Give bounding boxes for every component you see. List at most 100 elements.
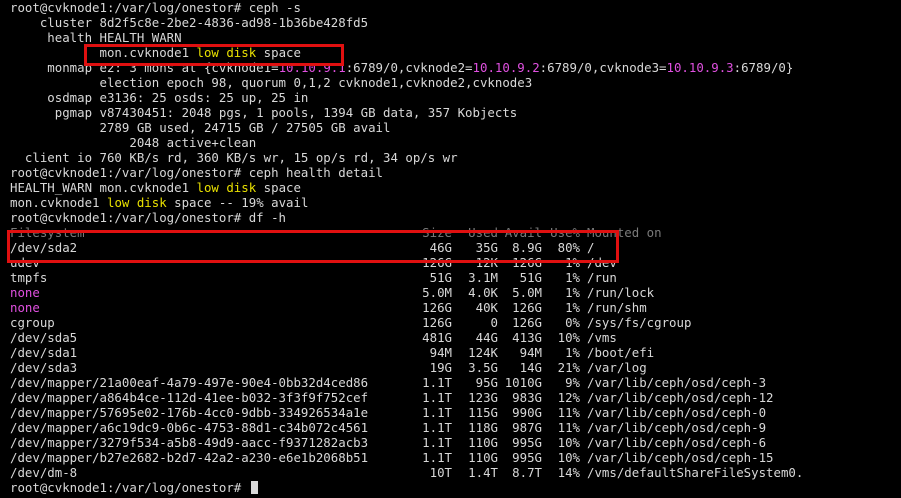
output-segment: mon.cvknode1: [10, 195, 107, 210]
df-size: 126G: [422, 255, 452, 270]
df-filesystem: /dev/mapper/57695e02-176b-4cc0-9dbb-3349…: [10, 405, 369, 420]
df-avail: 51G: [519, 270, 542, 285]
df-header-filesystem: Filesystem: [10, 225, 85, 240]
df-header-mounted-on: Mounted on: [587, 225, 662, 240]
df-avail: 94M: [519, 345, 542, 360]
df-row: tmpfs 51G 3.1M 51G 1% /run: [10, 270, 901, 285]
output-segment: mon.cvknode1: [10, 45, 197, 60]
terminal-window[interactable]: root@cvknode1:/var/log/onestor# ceph -s …: [0, 0, 901, 498]
df-row: /dev/sda1 94M 124K 94M 1% /boot/efi: [10, 345, 901, 360]
output-segment: root@cvknode1:/var/log/onestor# ceph -s: [10, 0, 301, 15]
output-segment: space -- 19% avail: [166, 195, 309, 210]
df-header-row: Filesystem Size Used Avail Use% Mounted on: [10, 225, 901, 240]
output-segment: :6789/0,cvknode3=: [539, 60, 667, 75]
df-mounted-on: /sys/fs/cgroup: [587, 315, 692, 330]
df-mounted-on: /var/lib/ceph/osd/ceph-0: [587, 405, 767, 420]
df-avail: 987G: [512, 420, 542, 435]
output-segment: 2789 GB used, 24715 GB / 27505 GB avail: [10, 120, 391, 135]
df-mounted-on: /boot/efi: [587, 345, 655, 360]
df-used: 44G: [475, 330, 498, 345]
output-segment: root@cvknode1:/var/log/onestor# ceph hea…: [10, 165, 383, 180]
df-filesystem: /dev/mapper/3279f534-a5b8-49d9-aacc-f937…: [10, 435, 369, 450]
df-use-percent: 1%: [565, 285, 580, 300]
df-header-size: Size: [422, 225, 452, 240]
output-segment: 10.10.9.2: [472, 60, 540, 75]
output-segment: health HEALTH_WARN: [10, 30, 182, 45]
df-used: 124K: [468, 345, 498, 360]
df-used: 115G: [468, 405, 498, 420]
df-used: 12K: [475, 255, 498, 270]
df-filesystem: none: [10, 300, 40, 315]
df-size: 10T: [429, 465, 452, 480]
df-used: 110G: [468, 450, 498, 465]
output-segment: 2048 active+clean: [10, 135, 257, 150]
output-segment: pgmap v87430451: 2048 pgs, 1 pools, 1394…: [10, 105, 518, 120]
text-cursor: [250, 481, 258, 494]
output-line: root@cvknode1:/var/log/onestor# ceph -s: [10, 0, 901, 15]
df-row: /dev/sda2 46G 35G 8.9G 80% /: [10, 240, 901, 255]
df-header-avail: Avail: [504, 225, 542, 240]
df-filesystem: /dev/sda5: [10, 330, 78, 345]
df-use-percent: 10%: [557, 435, 580, 450]
df-filesystem: none: [10, 285, 40, 300]
df-use-percent: 80%: [557, 240, 580, 255]
df-size: 5.0M: [422, 285, 452, 300]
df-use-percent: 1%: [565, 300, 580, 315]
output-segment: :6789/0}: [733, 60, 794, 75]
output-line: root@cvknode1:/var/log/onestor# ceph hea…: [10, 165, 901, 180]
df-used: 118G: [468, 420, 498, 435]
df-size: 1.1T: [422, 405, 452, 420]
df-row: cgroup 126G 0 126G 0% /sys/fs/cgroup: [10, 315, 901, 330]
df-row: /dev/mapper/21a00eaf-4a79-497e-90e4-0bb3…: [10, 375, 901, 390]
df-row: none 5.0M 4.0K 5.0M 1% /run/lock: [10, 285, 901, 300]
df-use-percent: 10%: [557, 450, 580, 465]
df-used: 0: [490, 315, 498, 330]
df-avail: 413G: [512, 330, 542, 345]
output-segment: cluster 8d2f5c8e-2be2-4836-ad98-1b36be42…: [10, 15, 369, 30]
df-row: /dev/dm-8 10T 1.4T 8.7T 14% /vms/defaultShare…: [10, 465, 901, 480]
output-line: monmap e2: 3 mons at {cvknode1=10.10.9.1…: [10, 60, 901, 75]
df-avail: 995G: [512, 435, 542, 450]
df-avail: 126G: [512, 315, 542, 330]
output-line: client io 760 KB/s rd, 360 KB/s wr, 15 o…: [10, 150, 901, 165]
df-size: 19G: [429, 360, 452, 375]
output-line: health HEALTH_WARN: [10, 30, 901, 45]
df-mounted-on: /var/lib/ceph/osd/ceph-6: [587, 435, 767, 450]
df-avail: 14G: [519, 360, 542, 375]
output-segment: space: [256, 180, 301, 195]
output-line: root@cvknode1:/var/log/onestor# df -h: [10, 210, 901, 225]
df-row: /dev/sda3 19G 3.5G 14G 21% /var/log: [10, 360, 901, 375]
df-filesystem: /dev/dm-8: [10, 465, 78, 480]
df-used: 1.4T: [468, 465, 498, 480]
df-use-percent: 1%: [565, 270, 580, 285]
df-size: 1.1T: [422, 420, 452, 435]
output-segment: election epoch 98, quorum 0,1,2 cvknode1…: [10, 75, 533, 90]
df-size: 126G: [422, 315, 452, 330]
df-use-percent: 10%: [557, 330, 580, 345]
df-mounted-on: /var/lib/ceph/osd/ceph-15: [587, 450, 774, 465]
df-mounted-on: /var/lib/ceph/osd/ceph-12: [587, 390, 774, 405]
df-row: /dev/mapper/3279f534-a5b8-49d9-aacc-f937…: [10, 435, 901, 450]
output-segment: 10.10.9.3: [666, 60, 734, 75]
df-avail: 995G: [512, 450, 542, 465]
df-used: 123G: [468, 390, 498, 405]
df-mounted-on: /run: [587, 270, 617, 285]
df-row: /dev/mapper/b27e2682-b2d7-42a2-a230-e6e1…: [10, 450, 901, 465]
df-size: 481G: [422, 330, 452, 345]
df-avail: 126G: [512, 255, 542, 270]
output-segment: HEALTH_WARN mon.cvknode1: [10, 180, 197, 195]
output-segment: low disk: [196, 45, 257, 60]
df-filesystem: /dev/mapper/21a00eaf-4a79-497e-90e4-0bb3…: [10, 375, 369, 390]
prompt-line[interactable]: root@cvknode1:/var/log/onestor#: [10, 480, 901, 495]
df-size: 94M: [429, 345, 452, 360]
output-segment: :6789/0,cvknode2=: [345, 60, 473, 75]
output-segment: osdmap e3136: 25 osds: 25 up, 25 in: [10, 90, 309, 105]
df-use-percent: 11%: [557, 405, 580, 420]
df-avail: 990G: [512, 405, 542, 420]
df-used: 3.5G: [468, 360, 498, 375]
df-row: /dev/mapper/a864b4ce-112d-41ee-b032-3f3f…: [10, 390, 901, 405]
df-row: none 126G 40K 126G 1% /run/shm: [10, 300, 901, 315]
output-segment: root@cvknode1:/var/log/onestor# df -h: [10, 210, 287, 225]
df-use-percent: 11%: [557, 420, 580, 435]
df-filesystem: tmpfs: [10, 270, 48, 285]
